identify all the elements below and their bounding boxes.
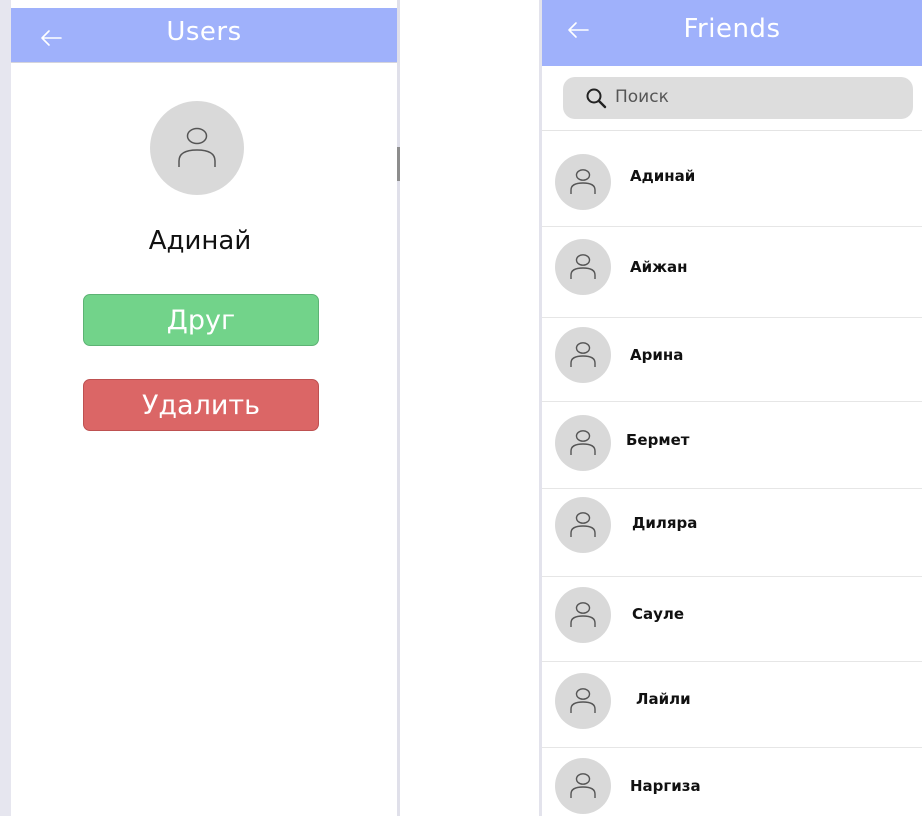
friend-name: Адинай xyxy=(630,167,696,185)
user-icon xyxy=(570,169,596,194)
friend-name: Арина xyxy=(630,346,684,364)
friend-row[interactable]: Айжан xyxy=(542,227,922,318)
user-icon xyxy=(570,254,596,279)
avatar xyxy=(555,239,611,295)
app-bar: Users xyxy=(11,8,397,63)
avatar xyxy=(555,415,611,471)
user-icon xyxy=(178,127,216,167)
user-icon xyxy=(570,602,596,627)
friend-row[interactable]: Наргиза xyxy=(542,748,922,816)
friend-name: Бермет xyxy=(626,431,690,449)
friend-row[interactable]: Арина xyxy=(542,318,922,402)
page-title: Friends xyxy=(683,14,781,44)
avatar xyxy=(555,758,611,814)
search-placeholder: Поиск xyxy=(615,87,669,107)
user-icon xyxy=(570,430,596,455)
user-icon xyxy=(570,342,596,367)
avatar xyxy=(555,154,611,210)
friends-screen: Friends Поиск Адинай Айжан Арина Бермет Диля… xyxy=(539,0,922,816)
user-icon xyxy=(570,773,596,798)
avatar xyxy=(555,673,611,729)
search-input[interactable]: Поиск xyxy=(563,77,913,119)
friend-row[interactable]: Бермет xyxy=(542,402,922,489)
friend-button[interactable]: Друг xyxy=(83,294,319,346)
scrollbar-track[interactable] xyxy=(397,0,400,816)
friend-row[interactable]: Адинай xyxy=(542,131,922,227)
friend-name: Айжан xyxy=(630,258,688,276)
avatar xyxy=(555,587,611,643)
friend-name: Лайли xyxy=(636,690,691,708)
scrollbar-thumb[interactable] xyxy=(397,147,400,181)
user-profile-screen: Users Адинай Друг Удалить xyxy=(0,0,400,816)
friend-row[interactable]: Лайли xyxy=(542,662,922,748)
user-icon xyxy=(570,512,596,537)
friend-row[interactable]: Диляра xyxy=(542,489,922,577)
avatar xyxy=(555,327,611,383)
friend-row[interactable]: Сауле xyxy=(542,577,922,662)
user-icon xyxy=(570,688,596,713)
delete-button[interactable]: Удалить xyxy=(83,379,319,431)
friend-name: Диляра xyxy=(632,514,698,532)
avatar xyxy=(555,497,611,553)
screen-edge xyxy=(0,0,11,816)
friend-name: Сауле xyxy=(632,605,685,623)
avatar xyxy=(150,101,244,195)
friend-name: Наргиза xyxy=(630,777,701,795)
profile-name: Адинай xyxy=(148,226,252,256)
app-bar: Friends xyxy=(542,0,922,66)
page-title: Users xyxy=(166,17,242,47)
search-icon xyxy=(585,87,607,109)
